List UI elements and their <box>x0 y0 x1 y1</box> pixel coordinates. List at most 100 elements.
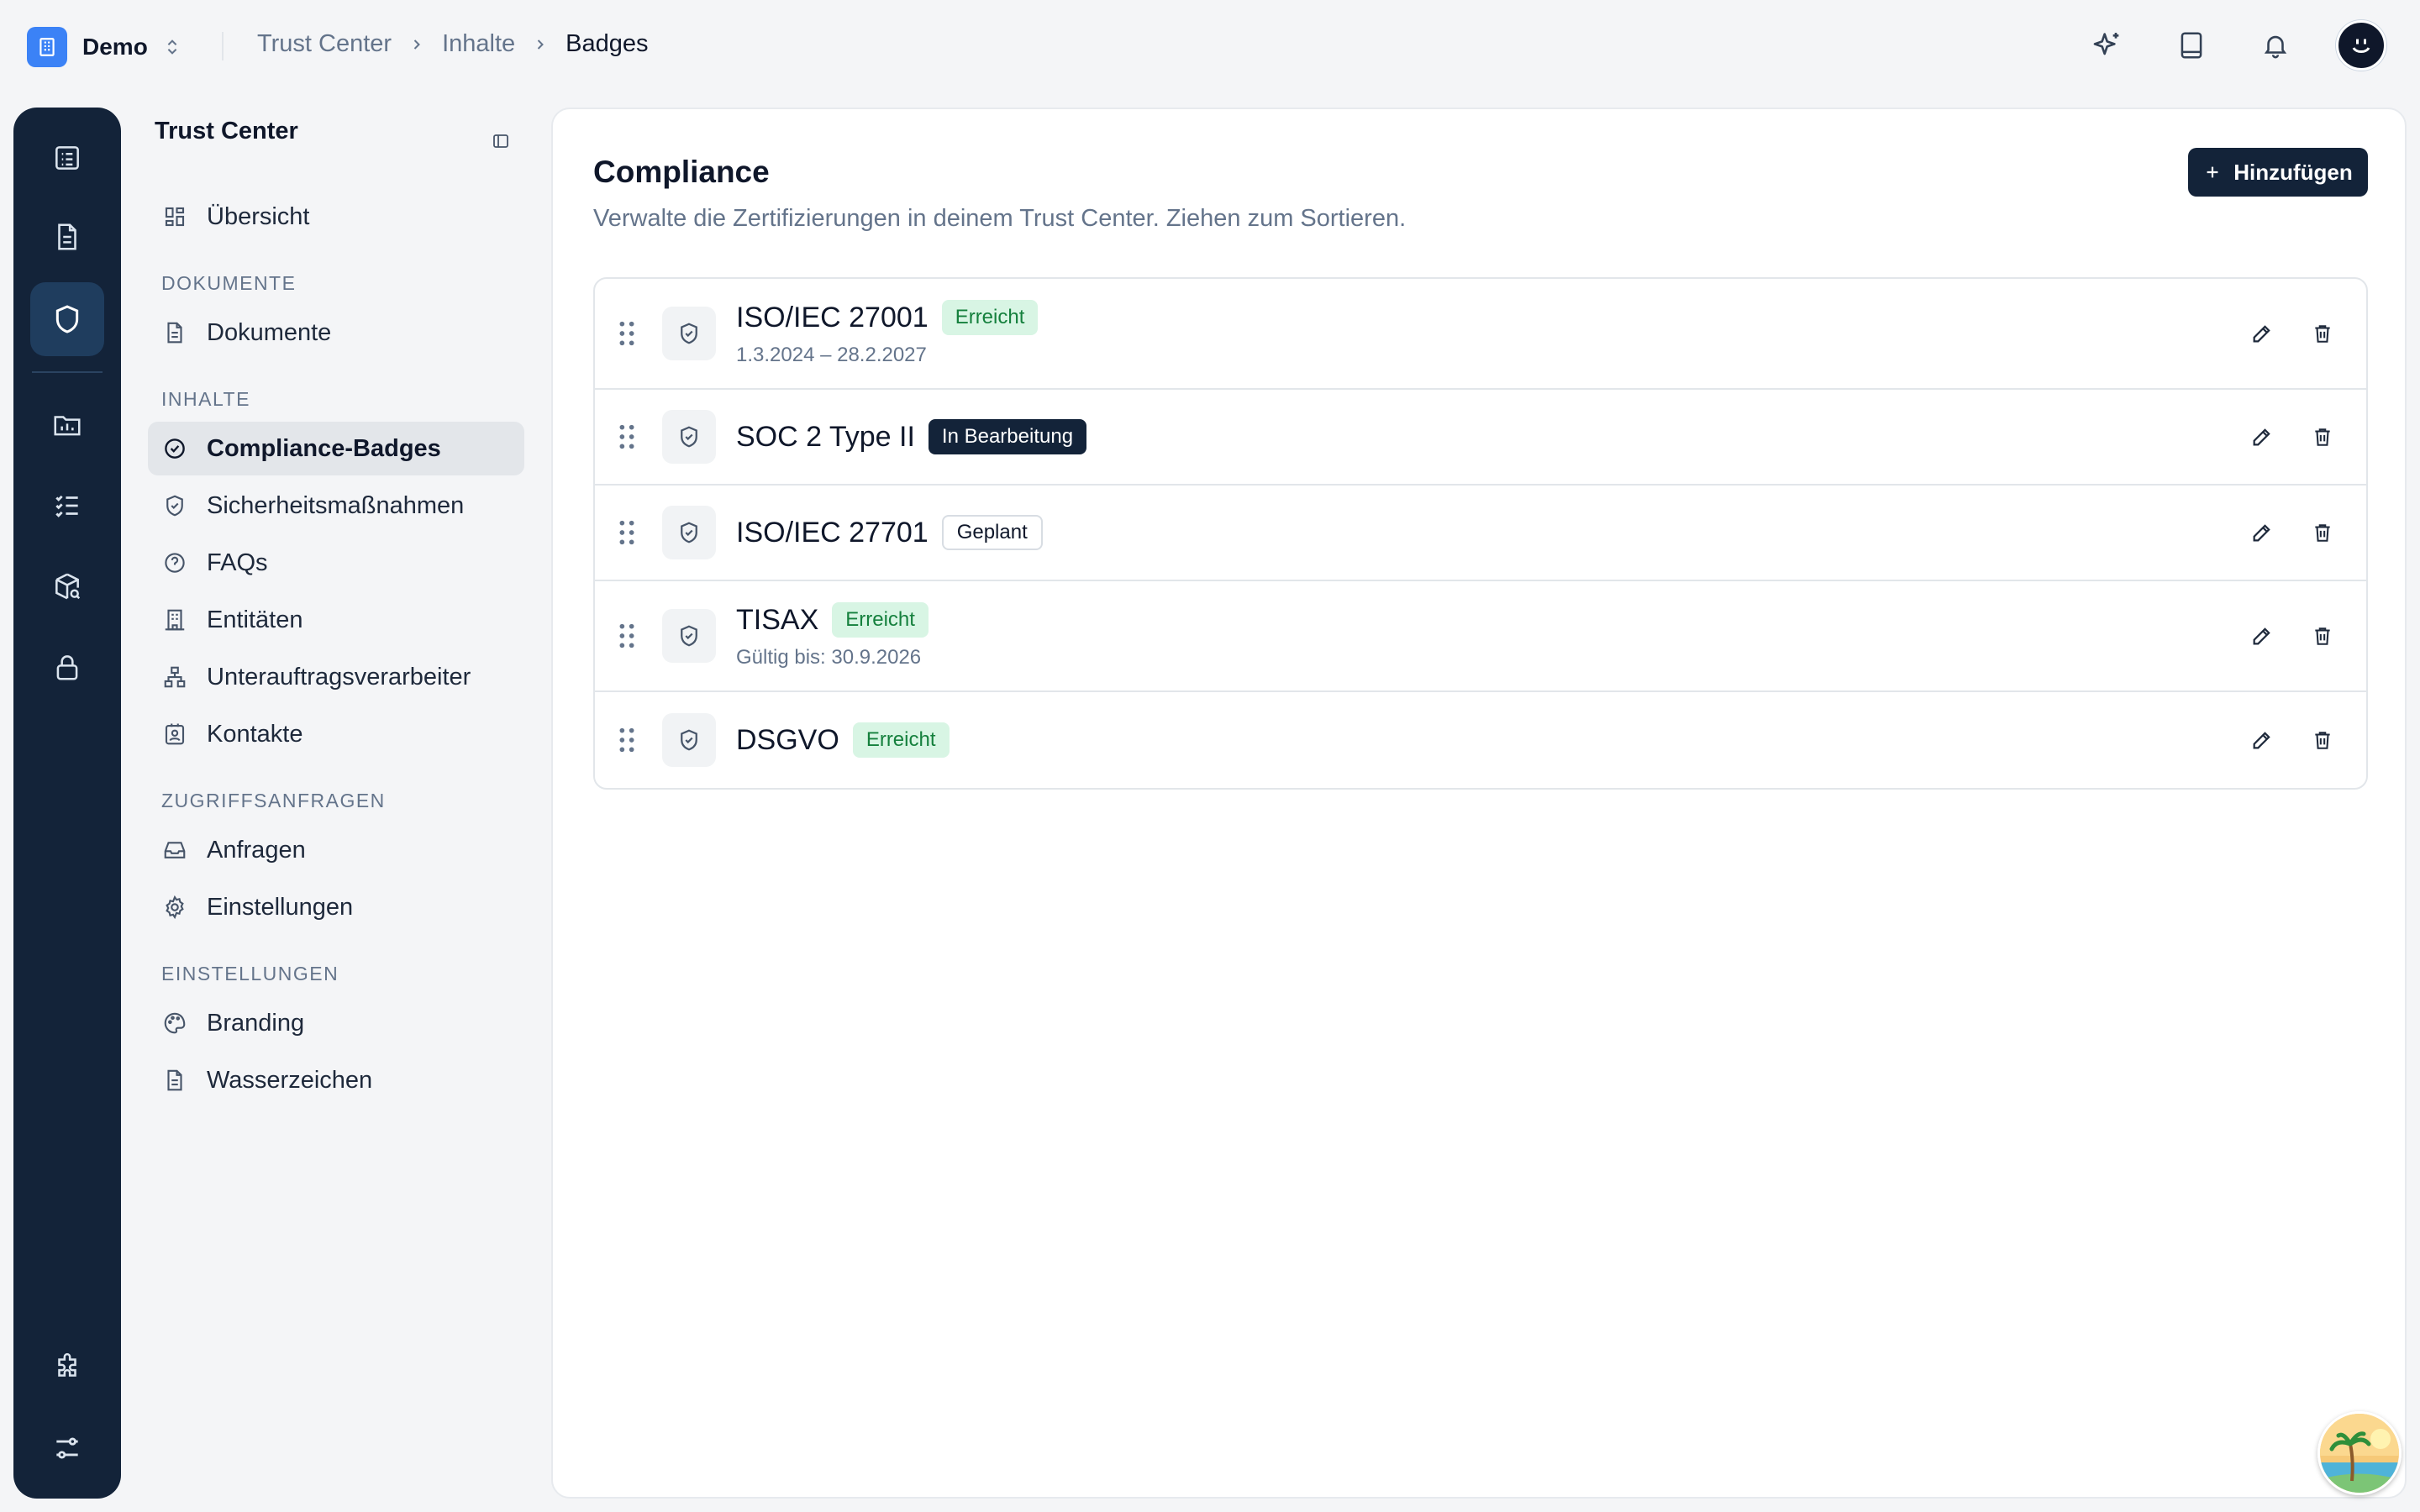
sidebar-item-watermark[interactable]: Wasserzeichen <box>148 1053 524 1107</box>
sidebar-item-label: FAQs <box>207 549 268 576</box>
sidebar-item-documents[interactable]: Dokumente <box>148 306 524 360</box>
bell-icon[interactable] <box>2252 22 2299 69</box>
document-icon <box>161 1067 188 1094</box>
badge-validity: Gültig bis: 30.9.2026 <box>736 646 922 669</box>
badge-row[interactable]: SOC 2 Type II In Bearbeitung <box>595 390 2366 486</box>
trash-icon[interactable] <box>2309 519 2336 546</box>
sidebar-item-overview[interactable]: Übersicht <box>148 190 524 244</box>
breadcrumb-inhalte[interactable]: Inhalte <box>442 30 515 58</box>
status-badge: Erreicht <box>852 722 950 758</box>
sidebar-item-faqs[interactable]: FAQs <box>148 536 524 590</box>
sidebar-item-contacts[interactable]: Kontakte <box>148 707 524 761</box>
top-actions <box>2084 20 2386 71</box>
sidebar-item-label: Sicherheitsmaßnahmen <box>207 491 465 519</box>
badge-row[interactable]: TISAX Erreicht Gültig bis: 30.9.2026 <box>595 581 2366 692</box>
rail-package-search-icon[interactable] <box>30 549 104 623</box>
drag-handle-icon[interactable] <box>617 423 637 451</box>
edit-icon[interactable] <box>2249 519 2275 546</box>
badge-validity: 1.3.2024 – 28.2.2027 <box>736 344 927 366</box>
sidebar-item-security[interactable]: Sicherheitsmaßnahmen <box>148 479 524 533</box>
sidebar-title: Trust Center <box>155 118 298 144</box>
status-badge: In Bearbeitung <box>928 419 1087 454</box>
breadcrumb: Trust Center Inhalte Badges <box>257 30 649 58</box>
trash-icon[interactable] <box>2309 320 2336 347</box>
shield-check-icon <box>662 713 716 767</box>
shield-check-icon <box>662 506 716 559</box>
shield-check-icon <box>161 492 188 519</box>
drag-handle-icon[interactable] <box>617 622 637 650</box>
sidebar-item-subprocessors[interactable]: Unterauftragsverarbeiter <box>148 650 524 704</box>
sidebar-item-entities[interactable]: Entitäten <box>148 593 524 647</box>
badge-name: DSGVO <box>736 723 839 756</box>
sidebar-item-label: Kontakte <box>207 720 303 748</box>
chevron-right-icon <box>537 39 544 50</box>
sidebar-item-label: Compliance-Badges <box>207 434 441 462</box>
status-badge: Erreicht <box>941 300 1039 335</box>
sidebar-item-branding[interactable]: Branding <box>148 996 524 1050</box>
dashboard-icon <box>161 203 188 230</box>
sidebar-item-label: Branding <box>207 1009 305 1037</box>
shield-check-icon <box>662 609 716 663</box>
gear-icon <box>161 894 188 921</box>
page-subtitle: Verwalte die Zertifizierungen in deinem … <box>593 205 1407 232</box>
shield-check-icon <box>662 410 716 464</box>
badge-name: ISO/IEC 27001 <box>736 301 929 333</box>
breadcrumb-badges: Badges <box>566 30 649 57</box>
section-access-requests: ZUGRIFFSANFRAGEN <box>161 790 386 811</box>
icon-rail <box>13 108 121 1499</box>
add-button[interactable]: Hinzufügen <box>2188 148 2368 197</box>
rail-checklist-icon[interactable] <box>30 121 104 195</box>
sidebar-item-label: Dokumente <box>207 318 332 346</box>
sparkles-icon[interactable] <box>2084 22 2131 69</box>
shield-check-icon <box>662 307 716 360</box>
rail-lock-icon[interactable] <box>30 630 104 704</box>
network-icon <box>161 664 188 690</box>
add-button-label: Hinzufügen <box>2233 159 2353 185</box>
drag-handle-icon[interactable] <box>617 319 637 348</box>
trash-icon[interactable] <box>2309 423 2336 450</box>
sidebar: Trust Center Übersicht DOKUMENTE Dokumen… <box>148 108 534 1499</box>
edit-icon[interactable] <box>2249 622 2275 649</box>
sidebar-toggle-icon[interactable] <box>484 124 518 158</box>
page-title: Compliance <box>593 155 770 189</box>
rail-document-icon[interactable] <box>30 200 104 274</box>
user-avatar[interactable] <box>2336 20 2386 71</box>
rail-list-check-icon[interactable] <box>30 469 104 543</box>
floating-assistant-avatar[interactable] <box>2317 1411 2402 1495</box>
section-settings: EINSTELLUNGEN <box>161 963 339 984</box>
drag-handle-icon[interactable] <box>617 518 637 547</box>
badge-row[interactable]: ISO/IEC 27001 Erreicht 1.3.2024 – 28.2.2… <box>595 279 2366 390</box>
section-content: INHALTE <box>161 388 250 410</box>
building-icon <box>27 27 67 67</box>
rail-sliders-icon[interactable] <box>30 1411 104 1485</box>
book-icon[interactable] <box>2168 22 2215 69</box>
edit-icon[interactable] <box>2249 320 2275 347</box>
edit-icon[interactable] <box>2249 727 2275 753</box>
edit-icon[interactable] <box>2249 423 2275 450</box>
chevron-up-down-icon <box>163 38 182 56</box>
badge-row[interactable]: ISO/IEC 27701 Geplant <box>595 486 2366 581</box>
inbox-icon <box>161 837 188 864</box>
check-circle-icon <box>161 435 188 462</box>
badge-name: ISO/IEC 27701 <box>736 516 929 549</box>
sidebar-item-access-settings[interactable]: Einstellungen <box>148 880 524 934</box>
org-name: Demo <box>82 34 148 60</box>
document-icon <box>161 319 188 346</box>
trash-icon[interactable] <box>2309 727 2336 753</box>
trash-icon[interactable] <box>2309 622 2336 649</box>
main-panel: Compliance Verwalte die Zertifizierungen… <box>551 108 2407 1499</box>
rail-puzzle-icon[interactable] <box>30 1331 104 1404</box>
status-badge: Geplant <box>941 515 1043 550</box>
rail-chart-folder-icon[interactable] <box>30 388 104 462</box>
sidebar-item-requests[interactable]: Anfragen <box>148 823 524 877</box>
breadcrumb-trust-center[interactable]: Trust Center <box>257 30 392 58</box>
rail-shield-icon[interactable] <box>30 282 104 356</box>
org-switcher[interactable]: Demo <box>27 27 182 67</box>
sidebar-item-label: Anfragen <box>207 836 306 864</box>
badge-row[interactable]: DSGVO Erreicht <box>595 692 2366 788</box>
badge-name: TISAX <box>736 603 819 636</box>
sidebar-item-compliance-badges[interactable]: Compliance-Badges <box>148 422 524 475</box>
section-docs: DOKUMENTE <box>161 272 297 294</box>
drag-handle-icon[interactable] <box>617 726 637 754</box>
divider <box>222 32 224 60</box>
